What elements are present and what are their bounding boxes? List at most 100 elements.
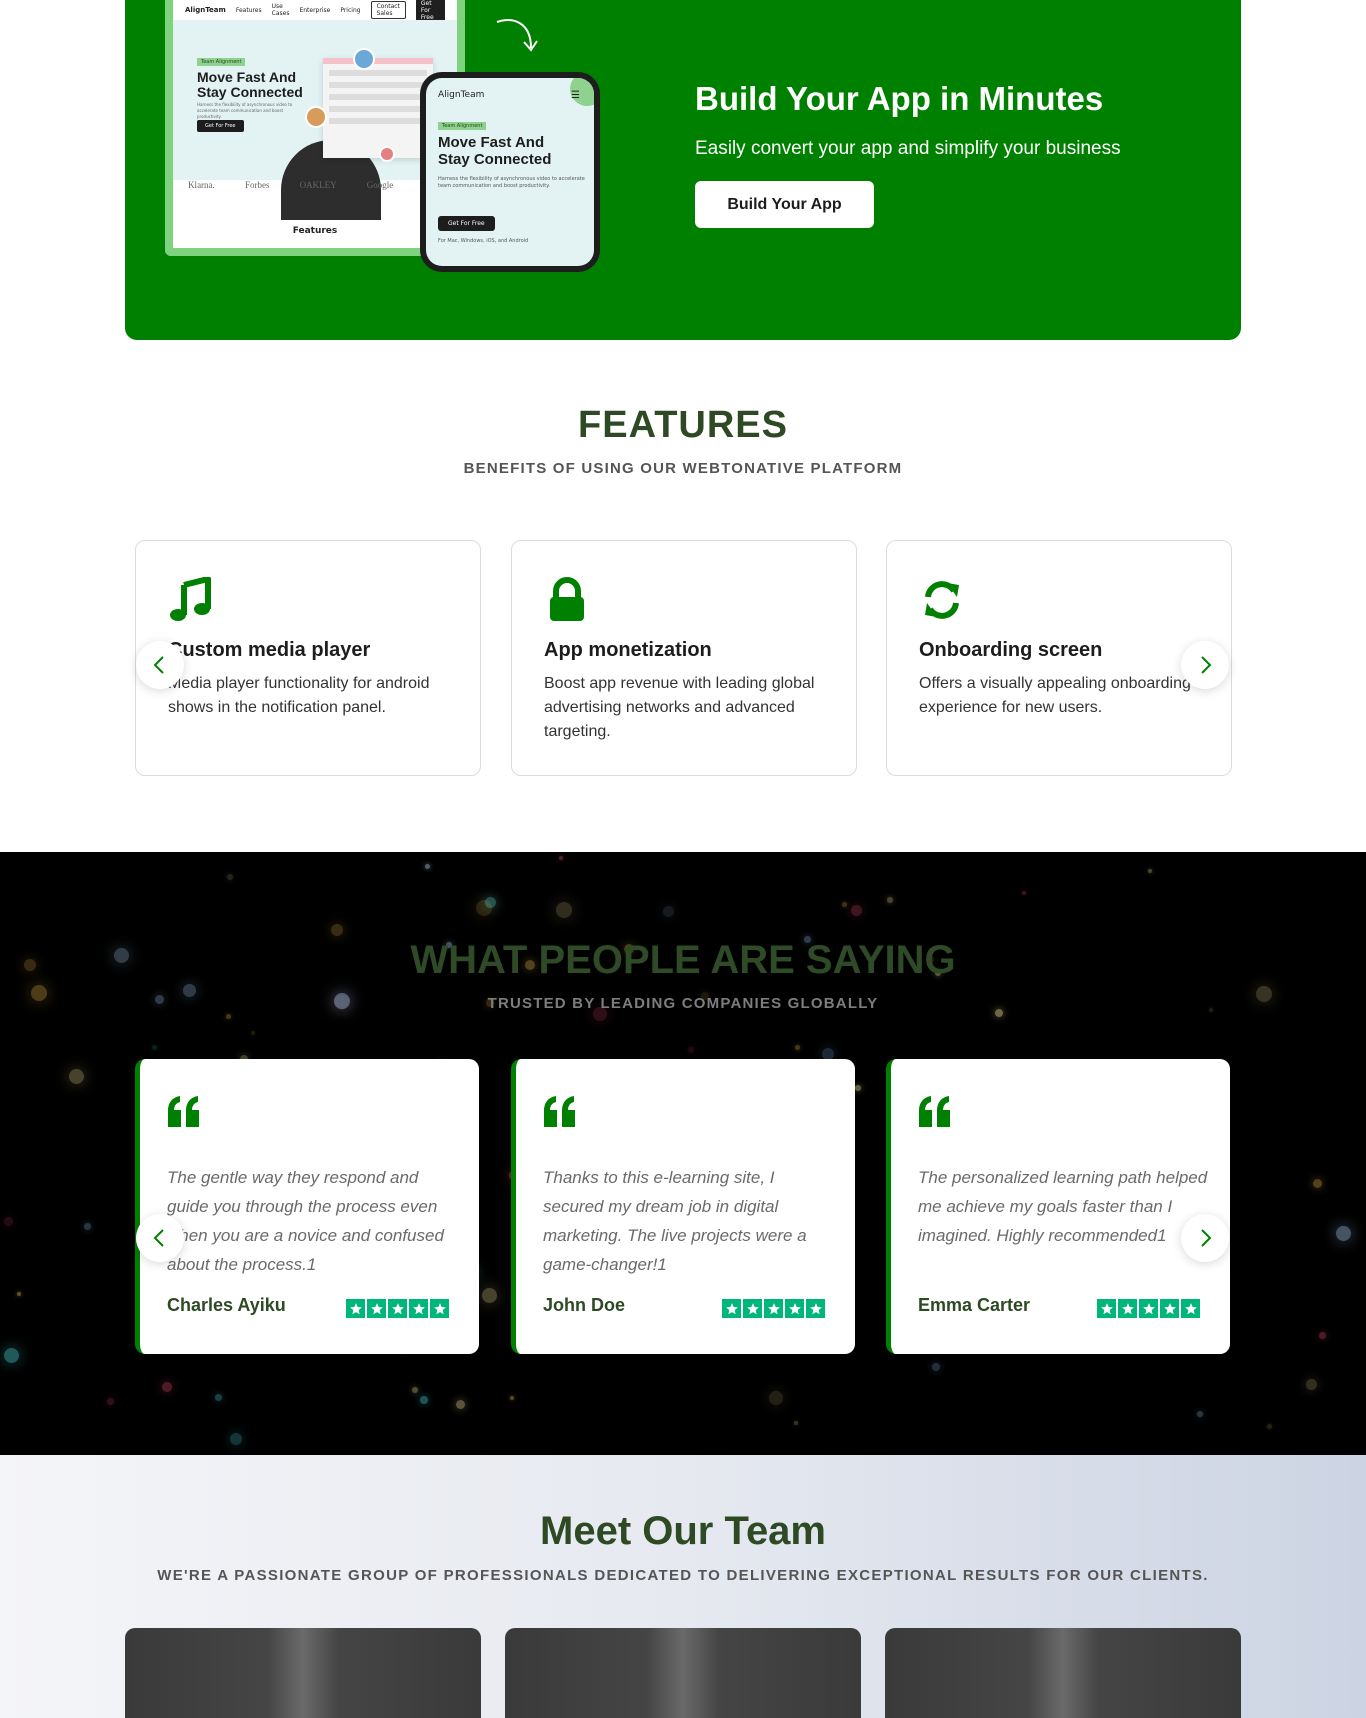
bokeh-dot — [1336, 1226, 1351, 1241]
quote-icon — [168, 1096, 199, 1127]
bokeh-dot — [1148, 869, 1152, 873]
bokeh-dot — [482, 1288, 497, 1303]
bokeh-dot — [420, 1396, 428, 1404]
mockup-headline: Move Fast And Stay Connected — [197, 69, 303, 100]
bokeh-dot — [456, 1400, 465, 1409]
testimonials-prev-button[interactable] — [136, 1214, 184, 1262]
bokeh-dot — [425, 864, 430, 869]
chevron-right-icon — [1201, 656, 1212, 674]
testimonials-next-button[interactable] — [1181, 1214, 1229, 1262]
team-member-card — [885, 1628, 1241, 1718]
bokeh-dot — [663, 906, 674, 917]
bokeh-dot — [230, 1433, 242, 1445]
mockup-hero: Team Alignment Move Fast And Stay Connec… — [173, 20, 457, 220]
bokeh-dot — [69, 1069, 84, 1084]
testimonial-card: The personalized learning path helped me… — [886, 1059, 1230, 1354]
mockup-features-label: Features — [292, 226, 338, 236]
bokeh-dot — [887, 897, 893, 903]
star-icon — [806, 1299, 825, 1318]
music-note-icon — [170, 577, 211, 621]
star-icon — [1181, 1299, 1200, 1318]
testimonial-text: The personalized learning path helped me… — [918, 1168, 1208, 1245]
hero-title: Build Your App in Minutes — [695, 80, 1104, 117]
bokeh-dot — [1267, 1424, 1272, 1429]
bokeh-dot — [1319, 1332, 1326, 1339]
team-member-card — [125, 1628, 481, 1718]
star-rating — [1097, 1299, 1200, 1318]
brand-logo: Forbes — [244, 180, 270, 190]
testimonials-title: WHAT PEOPLE ARE SAYING — [410, 938, 956, 982]
feature-description: Offers a visually appealing onboarding e… — [919, 675, 1191, 716]
phone-platforms: For Mac, Windows, iOS, and Android — [438, 238, 529, 244]
bokeh-dot — [794, 1421, 798, 1425]
bokeh-dot — [476, 900, 492, 916]
testimonial-text: Thanks to this e-learning site, I secure… — [543, 1168, 807, 1274]
bokeh-dot — [84, 1223, 91, 1230]
features-next-button[interactable] — [1181, 641, 1229, 689]
phone-brand: AlignTeam — [438, 90, 485, 100]
star-icon — [1160, 1299, 1179, 1318]
bokeh-dot — [855, 1085, 861, 1091]
bokeh-dot — [331, 924, 343, 936]
hero-banner: AlignTeam Features Use Cases Enterprise … — [125, 0, 1241, 340]
curved-arrow-icon — [496, 19, 538, 52]
bokeh-dot — [412, 1387, 418, 1393]
brand-logo: Google — [366, 180, 394, 190]
bokeh-dot — [795, 1045, 800, 1050]
testimonial-author: John Doe — [543, 1295, 626, 1315]
avatar — [379, 146, 395, 162]
bokeh-dot — [842, 902, 847, 907]
phone-subtext: Harness the flexibility of asynchronous … — [438, 176, 585, 189]
bokeh-dot — [4, 1217, 13, 1226]
bokeh-dot — [510, 1396, 514, 1400]
testimonial-author: Charles Ayiku — [167, 1295, 286, 1315]
feature-description: Boost app revenue with leading global ad… — [544, 675, 815, 740]
mockup-brand: AlignTeam — [185, 6, 226, 14]
mockup-brand-logos: Klarna. Forbes OAKLEY Google slack — [173, 180, 457, 190]
quote-icon — [544, 1096, 575, 1127]
quote-icon — [919, 1096, 950, 1127]
mockup-panel — [323, 58, 433, 158]
star-icon — [1097, 1299, 1116, 1318]
star-icon — [785, 1299, 804, 1318]
bokeh-dot — [1306, 1379, 1317, 1390]
team-subtitle: WE'RE A PASSIONATE GROUP OF PROFESSIONAL… — [157, 1567, 1209, 1584]
feature-card: Onboarding screen Offers a visually appe… — [886, 540, 1232, 776]
chevron-right-icon — [1201, 1229, 1212, 1247]
star-rating — [346, 1299, 449, 1318]
build-your-app-button[interactable]: Build Your App — [695, 181, 874, 228]
phone-mockup-image: AlignTeam ☰ Team Alignment Move Fast And… — [420, 72, 600, 272]
features-prev-button[interactable] — [136, 641, 184, 689]
star-icon — [722, 1299, 741, 1318]
bokeh-dot — [559, 856, 563, 860]
testimonial-author: Emma Carter — [918, 1295, 1031, 1315]
refresh-icon — [925, 581, 959, 619]
hero-subtitle: Easily convert your app and simplify you… — [695, 138, 1121, 159]
brand-logo: Klarna. — [188, 180, 215, 190]
chevron-left-icon — [153, 656, 164, 674]
brand-logo: OAKLEY — [299, 180, 337, 190]
team-section: Meet Our Team WE'RE A PASSIONATE GROUP O… — [0, 1455, 1366, 1718]
mockup-free-button: Get For Free — [415, 0, 445, 22]
bokeh-dot — [769, 1391, 783, 1405]
bokeh-dot — [556, 902, 572, 918]
feature-card: Custom media player Media player functio… — [135, 540, 481, 776]
bokeh-dot — [17, 1292, 21, 1296]
phone-headline: Move Fast And Stay Connected — [438, 134, 552, 168]
mockup-nav-item: Use Cases — [271, 3, 290, 17]
feature-title: Onboarding screen — [919, 639, 1103, 661]
feature-title: Custom media player — [168, 639, 371, 661]
bokeh-dot — [227, 874, 233, 880]
star-icon — [409, 1299, 428, 1318]
phone-screen: AlignTeam ☰ Team Alignment Move Fast And… — [426, 78, 594, 266]
star-icon — [764, 1299, 783, 1318]
star-icon — [388, 1299, 407, 1318]
bokeh-dot — [215, 1394, 222, 1401]
bokeh-dot — [4, 1348, 19, 1363]
mockup-nav-item: Pricing — [340, 6, 361, 14]
mockup-badge: Team Alignment — [197, 58, 246, 66]
team-title: Meet Our Team — [540, 1509, 826, 1553]
bokeh-dot — [851, 905, 862, 916]
mockup-nav-item: Features — [235, 6, 262, 14]
testimonials-section: WHAT PEOPLE ARE SAYING TRUSTED BY LEADIN… — [0, 852, 1366, 1455]
